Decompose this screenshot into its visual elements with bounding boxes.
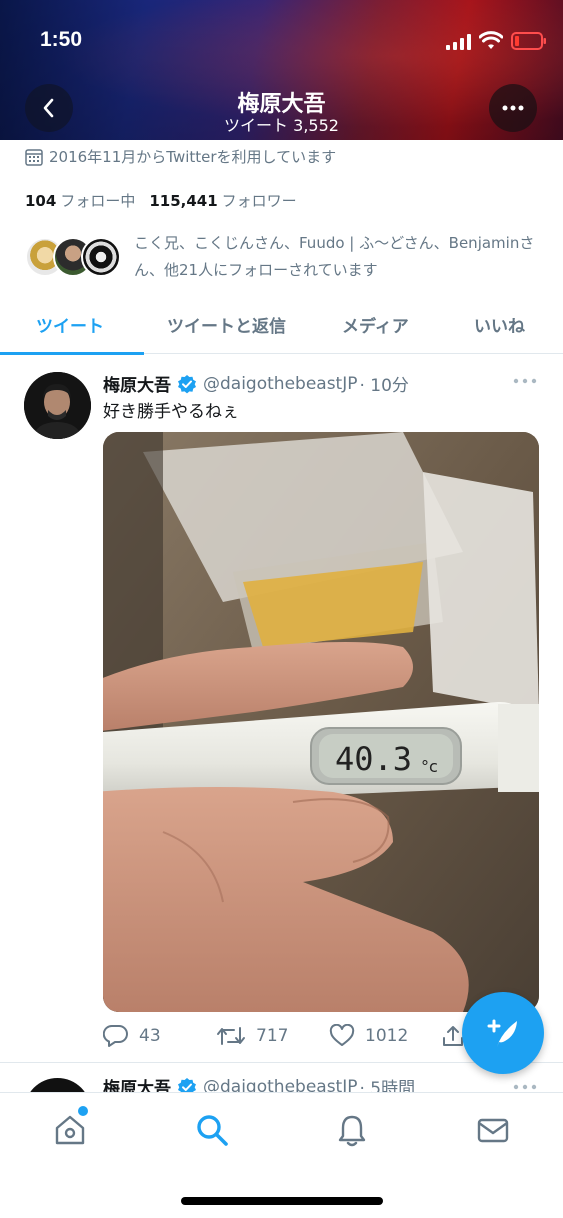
thermometer-photo: 40.3 °c bbox=[103, 432, 539, 1012]
joined-text: 2016年11月からTwitterを利用しています bbox=[49, 148, 337, 166]
followers-link[interactable]: 115,441 フォロワー bbox=[149, 190, 296, 211]
followers-label: フォロワー bbox=[221, 192, 297, 210]
following-count: 104 bbox=[25, 192, 57, 210]
reply-count: 43 bbox=[139, 1026, 161, 1046]
tweet-author-name[interactable]: 梅原大吾 bbox=[103, 371, 171, 396]
tweet-timestamp[interactable]: · 10分 bbox=[359, 371, 408, 396]
tweet-more-icon[interactable] bbox=[513, 376, 537, 386]
thermometer-unit: °c bbox=[421, 757, 438, 776]
tab-tweets[interactable]: ツイート bbox=[36, 312, 104, 337]
bell-icon[interactable] bbox=[335, 1113, 369, 1147]
followers-count: 115,441 bbox=[149, 192, 218, 210]
more-options-button[interactable] bbox=[489, 84, 537, 132]
battery-icon bbox=[511, 32, 546, 50]
tweet-header: 梅原大吾 @daigothebeastJP · 10分 bbox=[103, 371, 409, 397]
heart-icon bbox=[329, 1024, 355, 1046]
home-notification-dot bbox=[78, 1106, 88, 1116]
like-button[interactable]: 1012 bbox=[329, 1024, 408, 1048]
mail-icon[interactable] bbox=[476, 1113, 510, 1147]
wifi-icon bbox=[479, 31, 503, 49]
retweet-button[interactable]: 717 bbox=[216, 1024, 288, 1048]
tweet-author-avatar[interactable] bbox=[24, 372, 91, 439]
avatar-image bbox=[24, 372, 91, 439]
profile-tabs: ツイート ツイートと返信 メディア いいね bbox=[0, 296, 563, 354]
verified-badge-icon bbox=[178, 374, 196, 393]
tweet-author-handle[interactable]: @daigothebeastJP bbox=[203, 374, 357, 394]
following-link[interactable]: 104 フォロー中 bbox=[25, 190, 135, 211]
home-icon[interactable] bbox=[53, 1113, 87, 1147]
compose-tweet-button[interactable] bbox=[462, 992, 544, 1074]
tweet-count-subtitle: ツイート 3,552 bbox=[224, 116, 339, 135]
status-time: 1:50 bbox=[40, 28, 83, 51]
cellular-signal-icon bbox=[446, 34, 471, 50]
follow-stats: 104 フォロー中 115,441 フォロワー bbox=[25, 190, 297, 211]
status-bar: 1:50 bbox=[0, 0, 563, 80]
joined-date: 2016年11月からTwitterを利用しています bbox=[25, 146, 336, 167]
bottom-tab-bar bbox=[0, 1092, 563, 1218]
thermometer-reading: 40.3 bbox=[335, 740, 412, 778]
tweet-text: 好き勝手やるねぇ bbox=[103, 402, 239, 422]
search-icon[interactable] bbox=[195, 1113, 229, 1147]
tweet-photo[interactable]: 40.3 °c bbox=[103, 432, 539, 1012]
following-label: フォロー中 bbox=[60, 192, 136, 210]
like-count: 1012 bbox=[365, 1026, 409, 1046]
retweet-count: 717 bbox=[256, 1026, 289, 1046]
more-dots-icon bbox=[502, 105, 524, 111]
followed-by-avatars[interactable] bbox=[25, 237, 121, 279]
tweet-more-icon[interactable] bbox=[513, 1082, 537, 1092]
tab-likes[interactable]: いいね bbox=[474, 312, 525, 337]
tab-media[interactable]: メディア bbox=[342, 312, 409, 337]
calendar-icon bbox=[25, 148, 43, 166]
followed-by-text[interactable]: こく兄、こくじんさん、Fuudo | ふ〜どさん、Benjaminさん、他21人… bbox=[134, 230, 544, 284]
reply-button[interactable]: 43 bbox=[103, 1024, 161, 1048]
tab-tweets-and-replies[interactable]: ツイートと返信 bbox=[167, 312, 286, 337]
avatar bbox=[81, 237, 121, 277]
active-tab-indicator bbox=[0, 352, 144, 355]
home-indicator-bar[interactable] bbox=[181, 1197, 383, 1205]
retweet-icon bbox=[217, 1027, 245, 1045]
compose-quill-icon bbox=[487, 1019, 517, 1047]
reply-icon bbox=[103, 1024, 128, 1047]
